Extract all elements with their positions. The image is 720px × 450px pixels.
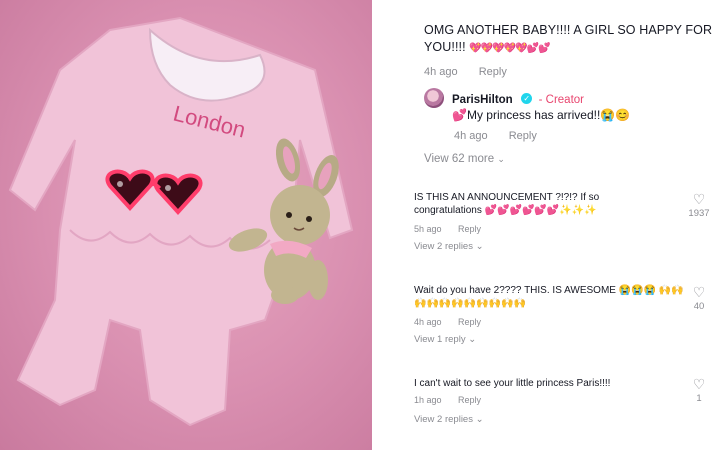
view-replies-button[interactable]: View 2 replies ⌄ <box>414 414 484 425</box>
like-button[interactable]: ♡ 1937 <box>686 192 712 219</box>
verified-badge-icon: ✓ <box>521 93 533 105</box>
top-comment-text: OMG ANOTHER BABY!!!! A GIRL SO HAPPY FOR… <box>424 23 713 54</box>
view-replies-label: View 2 replies <box>414 241 473 252</box>
comment-text: I can't wait to see your little princess… <box>414 378 611 389</box>
comment-time: 1h ago <box>414 395 442 405</box>
heart-outline-icon: ♡ <box>692 284 706 300</box>
like-button[interactable]: ♡ 1 <box>686 377 712 404</box>
view-replies-button[interactable]: View 2 replies ⌄ <box>414 241 484 252</box>
comment-meta: 5h ago Reply <box>414 224 495 234</box>
reply-button[interactable]: Reply <box>479 66 507 78</box>
creator-reply-meta: 4h ago Reply <box>454 130 555 142</box>
reply-button[interactable]: Reply <box>458 395 481 405</box>
chevron-down-icon: ⌄ <box>497 154 505 164</box>
heart-outline-icon: ♡ <box>692 376 706 392</box>
chevron-down-icon: ⌄ <box>475 414 484 425</box>
view-replies-label: View 2 replies <box>414 414 473 425</box>
comment-meta: 4h ago Reply <box>414 317 495 327</box>
reply-button[interactable]: Reply <box>509 130 537 142</box>
creator-header: ParisHilton ✓ - Creator <box>452 90 584 108</box>
comments-panel: OMG ANOTHER BABY!!!! A GIRL SO HAPPY FOR… <box>372 0 720 450</box>
comment-text: IS THIS AN ANNOUNCEMENT ?!?!? If so cong… <box>414 192 600 216</box>
comment-time: 4h ago <box>454 130 488 142</box>
heart-emoji-icon: 💖💖💖💖💖💕💕 <box>469 43 550 54</box>
reply-button[interactable]: Reply <box>458 224 481 234</box>
view-more-label: View 62 more <box>424 153 495 165</box>
top-comment-meta: 4h ago Reply <box>424 66 525 78</box>
chevron-down-icon: ⌄ <box>468 334 477 345</box>
like-count: 40 <box>693 301 705 312</box>
like-count: 1 <box>696 393 702 404</box>
view-replies-button[interactable]: View 1 reply ⌄ <box>414 334 476 345</box>
chevron-down-icon: ⌄ <box>475 241 484 252</box>
comment-time: 4h ago <box>414 317 442 327</box>
post-photo: London <box>0 0 372 450</box>
comment-text: Wait do you have 2???? THIS. IS AWESOME … <box>414 285 684 309</box>
heart-outline-icon: ♡ <box>692 191 706 207</box>
avatar[interactable] <box>424 88 444 108</box>
reply-button[interactable]: Reply <box>458 317 481 327</box>
onesie-photo-illustration: London <box>8 16 354 427</box>
view-more-button[interactable]: View 62 more ⌄ <box>424 153 505 165</box>
creator-username[interactable]: ParisHilton <box>452 94 513 106</box>
comment-time: 4h ago <box>424 66 458 78</box>
comment-meta: 1h ago Reply <box>414 395 495 405</box>
creator-label: - Creator <box>538 94 584 106</box>
like-count: 1937 <box>688 208 710 219</box>
view-replies-label: View 1 reply <box>414 334 466 345</box>
creator-reply-text: 💕My princess has arrived!!😭😊 <box>452 108 631 122</box>
like-button[interactable]: ♡ 40 <box>686 285 712 312</box>
comment-time: 5h ago <box>414 224 442 234</box>
